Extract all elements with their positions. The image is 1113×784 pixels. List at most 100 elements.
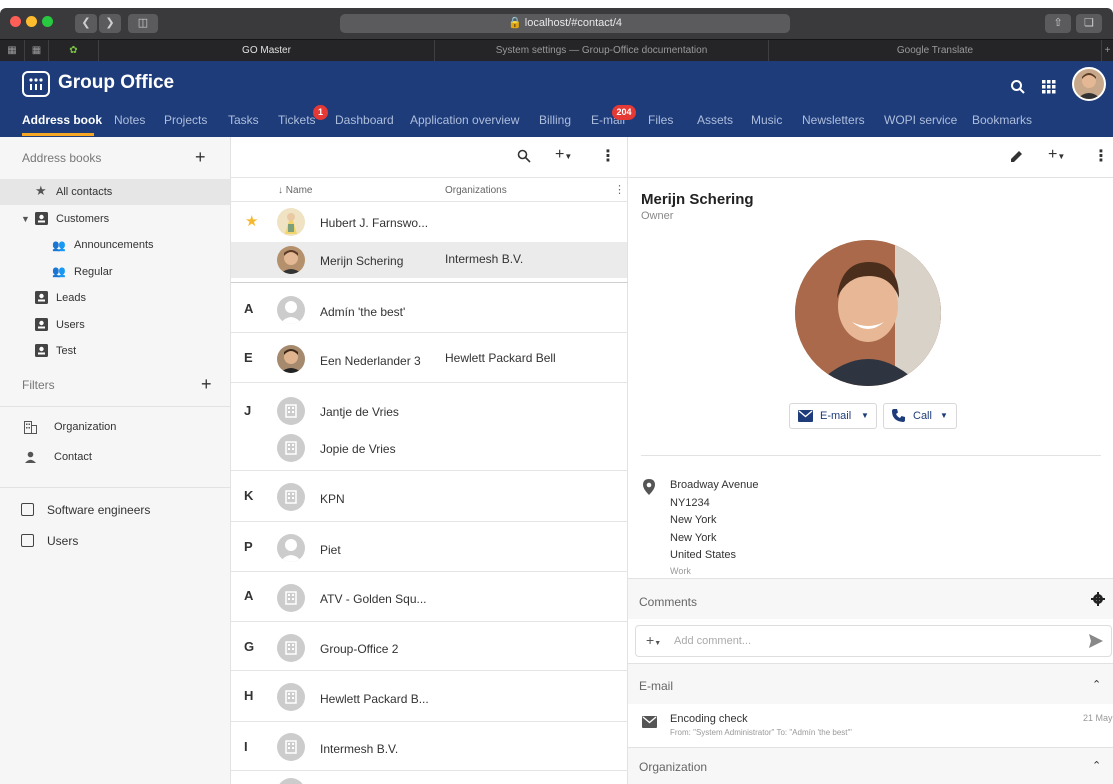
column-header-organizations[interactable]: Organizations xyxy=(445,185,507,196)
caret-down-icon: ▼ xyxy=(940,411,948,420)
phone-icon xyxy=(892,409,905,422)
sidebar-item-regular[interactable]: Regular xyxy=(74,266,113,278)
addressbook-icon xyxy=(35,344,48,357)
sidebar-item-test[interactable]: Test xyxy=(56,345,76,357)
add-address-book-button[interactable]: + xyxy=(195,147,206,168)
share-icon[interactable]: ⇧ xyxy=(1045,14,1071,33)
table-row[interactable]: I Intermesh B.V. xyxy=(231,722,627,770)
column-label: Name xyxy=(285,185,313,196)
table-row[interactable]: A Admín 'the best' xyxy=(231,284,627,332)
maximize-window-button[interactable] xyxy=(42,16,53,27)
avatar xyxy=(277,208,305,236)
send-icon[interactable] xyxy=(1088,633,1104,649)
tab-billing[interactable]: Billing xyxy=(539,113,571,127)
app-header: Group Office Address book Notes Projects… xyxy=(0,61,1113,137)
address-bar[interactable]: 🔒 localhost/#contact/4 xyxy=(340,14,790,33)
browser-tab[interactable]: GO Master xyxy=(98,40,434,62)
filter-organization[interactable]: Organization xyxy=(54,421,116,433)
add-dropdown-button[interactable]: +▼ xyxy=(1048,146,1065,164)
sidebar-item-leads[interactable]: Leads xyxy=(56,292,86,304)
group-letter: A xyxy=(244,588,254,603)
user-avatar[interactable] xyxy=(1072,67,1106,101)
email-from: From: "System Administrator" To: "Admín … xyxy=(670,728,852,737)
tab-application-overview[interactable]: Application overview xyxy=(410,113,519,127)
browser-tab[interactable]: Google Translate xyxy=(768,40,1101,62)
table-row[interactable]: P Piet xyxy=(231,522,627,571)
back-button[interactable]: ❮ xyxy=(75,14,97,33)
tab-projects[interactable]: Projects xyxy=(164,113,207,127)
column-menu-icon[interactable]: ⋮ xyxy=(614,183,625,196)
table-row[interactable]: K KPN xyxy=(231,471,627,521)
contact-name: Hubert J. Farnswo... xyxy=(320,216,429,230)
checkbox-software-engineers[interactable] xyxy=(21,503,34,516)
more-vertical-icon[interactable]: ⋮ xyxy=(1093,146,1109,166)
add-dropdown-button[interactable]: +▼ xyxy=(646,632,661,648)
search-icon[interactable] xyxy=(1010,79,1026,95)
add-filter-button[interactable]: + xyxy=(201,374,212,395)
chevron-up-icon[interactable]: ⌃ xyxy=(1092,759,1101,772)
browser-tab[interactable]: System settings — Group-Office documenta… xyxy=(434,40,768,62)
contact-name: Intermesh B.V. xyxy=(320,742,399,756)
tabs-overview-icon[interactable]: ❏ xyxy=(1076,14,1102,33)
contact-name: Piet xyxy=(320,543,341,557)
tab-bookmarks[interactable]: Bookmarks xyxy=(972,113,1032,127)
browser-titlebar: ❮ ❯ ◫ 🔒 localhost/#contact/4 ⇧ ❏ xyxy=(0,8,1113,39)
new-tab-icon[interactable]: + xyxy=(1101,40,1113,62)
edit-icon[interactable] xyxy=(1010,149,1024,163)
sidebar-item-announcements[interactable]: Announcements xyxy=(74,239,154,251)
table-row[interactable]: E Een Nederlander 3 Hewlett Packard Bell xyxy=(231,333,627,382)
tab-newsletters[interactable]: Newsletters xyxy=(802,113,865,127)
table-row[interactable]: Merijn Schering Intermesh B.V. xyxy=(231,242,627,278)
column-header-name[interactable]: ↓ Name xyxy=(278,185,312,196)
tab-address-book[interactable]: Address book xyxy=(22,113,102,127)
chevron-up-icon[interactable]: ⌃ xyxy=(1092,678,1101,691)
sidebar-toggle-icon[interactable]: ◫ xyxy=(128,14,158,33)
tab-music[interactable]: Music xyxy=(751,113,782,127)
apps-grid-icon[interactable] xyxy=(1042,80,1056,94)
add-dropdown-button[interactable]: +▼ xyxy=(555,146,572,164)
tab-tasks[interactable]: Tasks xyxy=(228,113,259,127)
table-row[interactable]: G Group-Office 2 xyxy=(231,622,627,670)
gear-icon[interactable] xyxy=(1091,592,1105,606)
tab-wopi-service[interactable]: WOPI service xyxy=(884,113,957,127)
sidebar-item-all-contacts[interactable]: ★ All contacts xyxy=(0,179,230,205)
tab-tickets[interactable]: Tickets xyxy=(278,113,316,127)
caret-down-icon[interactable]: ▼ xyxy=(21,214,30,224)
tab-assets[interactable]: Assets xyxy=(697,113,733,127)
search-icon[interactable] xyxy=(517,149,531,163)
comments-title: Comments xyxy=(639,595,698,609)
email-button[interactable]: E-mail ▼ xyxy=(789,403,877,429)
sidebar-item-customers[interactable]: Customers xyxy=(56,213,109,225)
table-row[interactable]: Jopie de Vries xyxy=(231,431,627,469)
contact-organization: Intermesh B.V. xyxy=(445,252,524,266)
tab-files[interactable]: Files xyxy=(648,113,673,127)
sidebar-item-users[interactable]: Users xyxy=(56,319,85,331)
contact-name-title: Merijn Schering xyxy=(641,191,754,208)
comment-input[interactable]: +▼ Add comment... xyxy=(635,625,1112,657)
forward-button[interactable]: ❯ xyxy=(99,14,121,33)
pinned-tab-leaf-icon[interactable]: ✿ xyxy=(48,40,98,62)
checkbox-users[interactable] xyxy=(21,534,34,547)
contact-photo xyxy=(795,240,941,386)
tab-notes[interactable]: Notes xyxy=(114,113,145,127)
call-button[interactable]: Call ▼ xyxy=(883,403,957,429)
table-row[interactable]: H Hewlett Packard B... xyxy=(231,671,627,721)
table-row[interactable]: A ATV - Golden Squ... xyxy=(231,572,627,621)
close-window-button[interactable] xyxy=(10,16,21,27)
email-list-item[interactable]: Encoding check From: "System Administrat… xyxy=(628,704,1113,744)
envelope-icon xyxy=(798,410,813,422)
table-row[interactable]: J Jantje de Vries xyxy=(231,387,627,431)
pinned-tab-icon[interactable]: ▦ xyxy=(0,40,24,62)
minimize-window-button[interactable] xyxy=(26,16,37,27)
checkbox-label: Software engineers xyxy=(47,503,151,517)
location-pin-icon xyxy=(643,479,655,495)
organization-section-title: Organization xyxy=(639,760,708,774)
building-icon xyxy=(24,421,37,434)
filter-contact[interactable]: Contact xyxy=(54,451,92,463)
group-letter: A xyxy=(244,301,254,316)
group-letter: I xyxy=(244,739,248,754)
pinned-tab-icon[interactable]: ▦ xyxy=(24,40,48,62)
more-vertical-icon[interactable]: ⋮ xyxy=(600,146,616,166)
tab-dashboard[interactable]: Dashboard xyxy=(335,113,394,127)
table-row[interactable]: ★ Hubert J. Farnswo... xyxy=(231,202,627,242)
